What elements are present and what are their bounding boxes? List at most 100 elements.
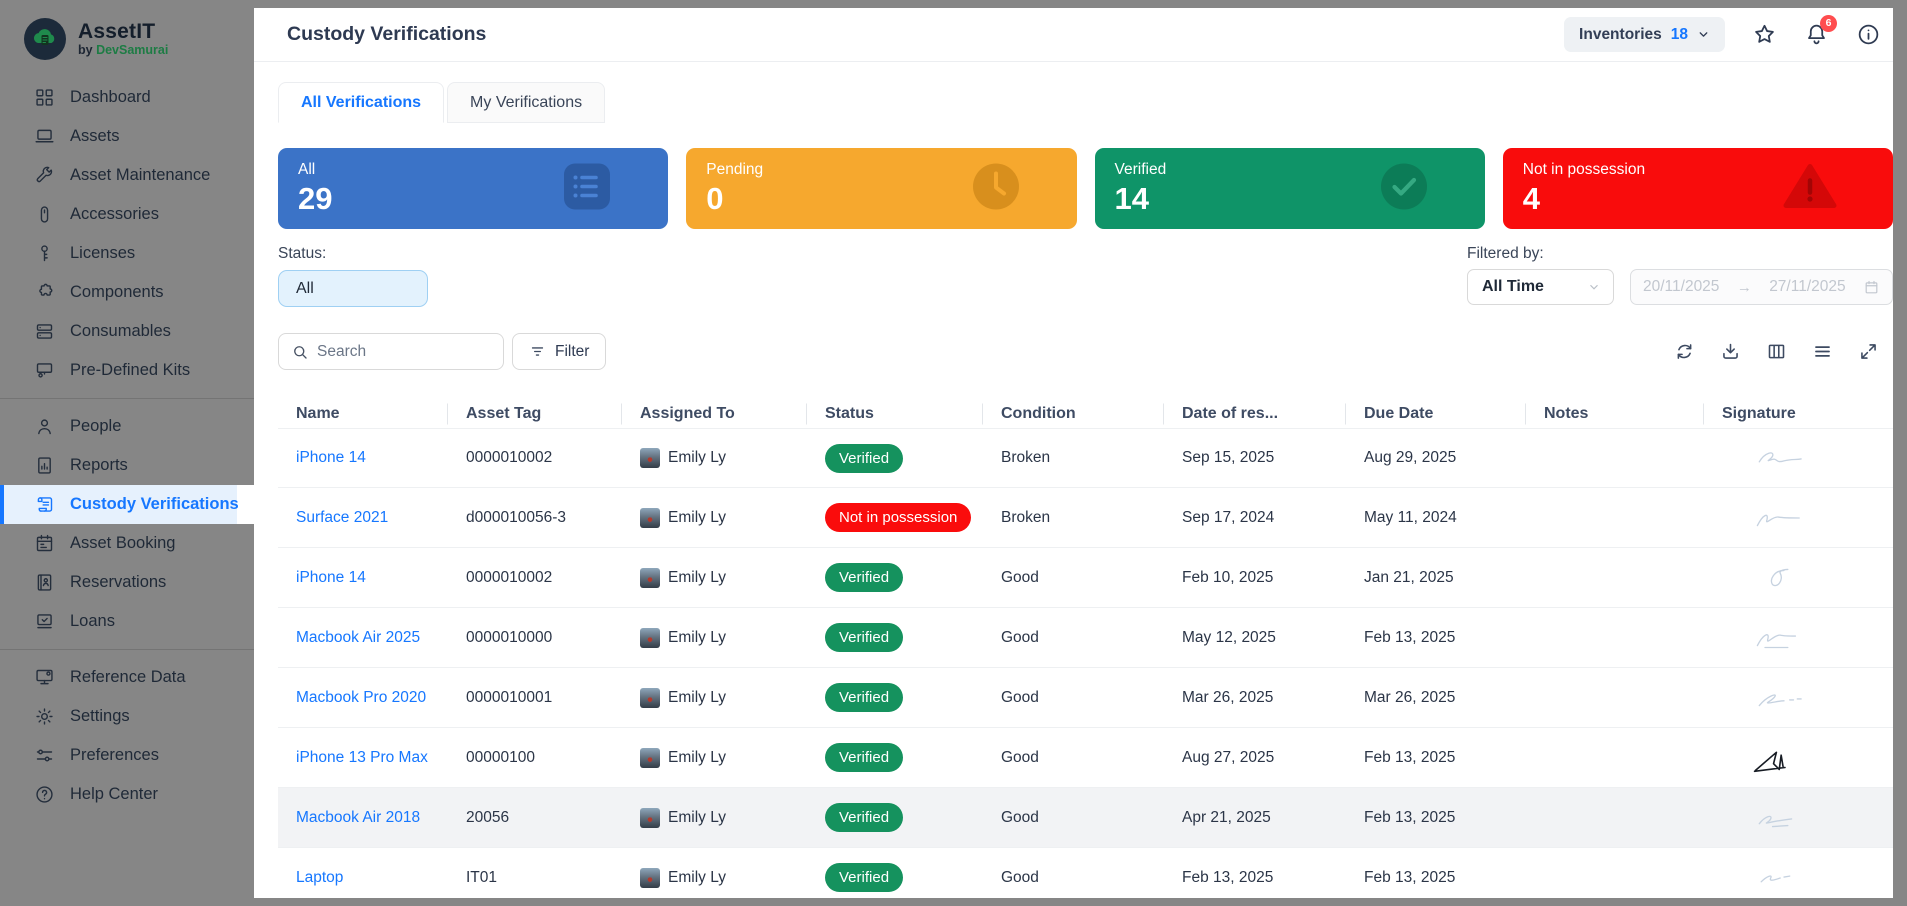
- sidebar-item-assets[interactable]: Assets: [0, 117, 254, 156]
- verification-tabs: All VerificationsMy Verifications: [278, 82, 1893, 123]
- refresh-icon[interactable]: [1673, 341, 1695, 363]
- info-icon[interactable]: [1855, 22, 1881, 48]
- date-from: 20/11/2025: [1643, 278, 1719, 296]
- notification-badge: 6: [1820, 15, 1837, 32]
- status-select[interactable]: All: [278, 270, 428, 307]
- sidebar-item-people[interactable]: People: [0, 407, 254, 446]
- search-input[interactable]: [317, 343, 491, 361]
- sidebar-item-reports[interactable]: Reports: [0, 446, 254, 485]
- notifications-bell-icon[interactable]: 6: [1803, 22, 1829, 48]
- asset-name-link[interactable]: Macbook Pro 2020: [296, 689, 426, 707]
- sidebar-item-reservations[interactable]: Reservations: [0, 563, 254, 602]
- app-name: AssetIT: [78, 21, 168, 43]
- sidebar-item-asset-maintenance[interactable]: Asset Maintenance: [0, 156, 254, 195]
- download-icon[interactable]: [1719, 341, 1741, 363]
- signature-cell: [1704, 728, 1893, 787]
- asset-tag-cell: d000010056-3: [448, 488, 622, 547]
- dashboard-icon: [34, 87, 55, 108]
- signature-image: [1746, 860, 1822, 896]
- asset-name-link[interactable]: iPhone 13 Pro Max: [296, 749, 428, 767]
- stat-card-all[interactable]: All29: [278, 148, 668, 229]
- sidebar-item-loans[interactable]: Loans: [0, 602, 254, 641]
- sidebar-item-licenses[interactable]: Licenses: [0, 234, 254, 273]
- date-of-res-cell: May 12, 2025: [1164, 608, 1346, 667]
- sidebar-item-preferences[interactable]: Preferences: [0, 736, 254, 775]
- status-badge: Not in possession: [825, 503, 971, 532]
- asset-name-link[interactable]: Macbook Air 2018: [296, 809, 420, 827]
- status-badge: Verified: [825, 803, 903, 832]
- density-menu-icon[interactable]: [1811, 341, 1833, 363]
- sidebar-item-help-center[interactable]: Help Center: [0, 775, 254, 814]
- table-row: Surface 2021 d000010056-3Emily Ly Not in p…: [278, 488, 1893, 548]
- date-of-res-cell: Sep 15, 2025: [1164, 429, 1346, 487]
- asset-name-link[interactable]: iPhone 14: [296, 449, 366, 467]
- status-badge: Verified: [825, 623, 903, 652]
- signature-cell: [1704, 608, 1893, 667]
- column-header-asset-tag: Asset Tag: [448, 400, 622, 428]
- sidebar-item-dashboard[interactable]: Dashboard: [0, 78, 254, 117]
- status-badge: Verified: [825, 563, 903, 592]
- sidebar-divider: [0, 649, 254, 650]
- asset-name-link[interactable]: Surface 2021: [296, 509, 388, 527]
- asset-name-link[interactable]: iPhone 14: [296, 569, 366, 587]
- signature-cell: [1704, 788, 1893, 847]
- tab-all-verifications[interactable]: All Verifications: [278, 82, 444, 123]
- inventories-dropdown[interactable]: Inventories 18: [1564, 17, 1725, 52]
- assigned-to-cell: Emily Ly: [622, 488, 807, 547]
- assigned-to-cell: Emily Ly: [622, 728, 807, 787]
- warning-icon: [1782, 160, 1838, 217]
- avatar: [640, 808, 660, 828]
- assigned-to-cell: Emily Ly: [622, 608, 807, 667]
- stat-card-verified[interactable]: Verified14: [1095, 148, 1485, 229]
- avatar: [640, 688, 660, 708]
- scroll-icon: [34, 494, 55, 515]
- sidebar-item-reference-data[interactable]: Reference Data: [0, 658, 254, 697]
- assigned-to-cell: Emily Ly: [622, 429, 807, 487]
- status-badge: Verified: [825, 683, 903, 712]
- column-header-assigned-to: Assigned To: [622, 400, 807, 428]
- stat-card-not-in-possession[interactable]: Not in possession4: [1503, 148, 1893, 229]
- clock-icon: [970, 160, 1022, 217]
- assigned-to-cell: Emily Ly: [622, 668, 807, 727]
- check-icon: [1378, 160, 1430, 217]
- date-of-res-cell: Mar 26, 2025: [1164, 668, 1346, 727]
- stat-card-pending[interactable]: Pending0: [686, 148, 1076, 229]
- sidebar-item-settings[interactable]: Settings: [0, 697, 254, 736]
- person-icon: [34, 416, 55, 437]
- time-range-select[interactable]: All Time: [1467, 269, 1614, 305]
- asset-name-link[interactable]: Macbook Air 2025: [296, 629, 420, 647]
- mouse-icon: [34, 204, 55, 225]
- table-row: Macbook Pro 20200000010001Emily LyVerifi…: [278, 668, 1893, 728]
- sidebar-menu: DashboardAssetsAsset MaintenanceAccessor…: [0, 74, 254, 814]
- sidebar-divider: [0, 398, 254, 399]
- asset-name-link[interactable]: Laptop: [296, 869, 343, 887]
- signature-image: [1746, 740, 1822, 776]
- sidebar-item-consumables[interactable]: Consumables: [0, 312, 254, 351]
- report-icon: [34, 455, 55, 476]
- table-row: iPhone 140000010002Emily LyVerifiedGoodF…: [278, 548, 1893, 608]
- verifications-table: NameAsset TagAssigned ToStatusConditionD…: [278, 400, 1893, 906]
- app-logo: AssetIT by DevSamurai: [0, 0, 254, 74]
- sidebar-item-pre-defined-kits[interactable]: Pre-Defined Kits: [0, 351, 254, 390]
- signature-cell: [1704, 429, 1893, 487]
- fullscreen-icon[interactable]: [1857, 341, 1879, 363]
- sidebar-item-accessories[interactable]: Accessories: [0, 195, 254, 234]
- sidebar-item-asset-booking[interactable]: Asset Booking: [0, 524, 254, 563]
- tab-my-verifications[interactable]: My Verifications: [447, 82, 605, 123]
- notes-cell: [1526, 788, 1704, 847]
- date-range-picker[interactable]: 20/11/2025 → 27/11/2025: [1630, 269, 1893, 305]
- filter-button[interactable]: Filter: [512, 333, 606, 370]
- column-header-status: Status: [807, 400, 983, 428]
- columns-icon[interactable]: [1765, 341, 1787, 363]
- sidebar-item-custody-verifications[interactable]: Custody Verifications: [0, 485, 254, 524]
- dim-overlay-top: [0, 0, 1907, 8]
- notes-cell: [1526, 429, 1704, 487]
- page-title: Custody Verifications: [287, 23, 486, 46]
- signature-image: [1746, 680, 1822, 716]
- sidebar-item-components[interactable]: Components: [0, 273, 254, 312]
- favorite-star-icon[interactable]: [1751, 22, 1777, 48]
- table-body: iPhone 140000010002Emily LyVerifiedBroke…: [278, 428, 1893, 906]
- puzzle-icon: [34, 282, 55, 303]
- app-logo-icon: [24, 18, 66, 60]
- notes-cell: [1526, 608, 1704, 667]
